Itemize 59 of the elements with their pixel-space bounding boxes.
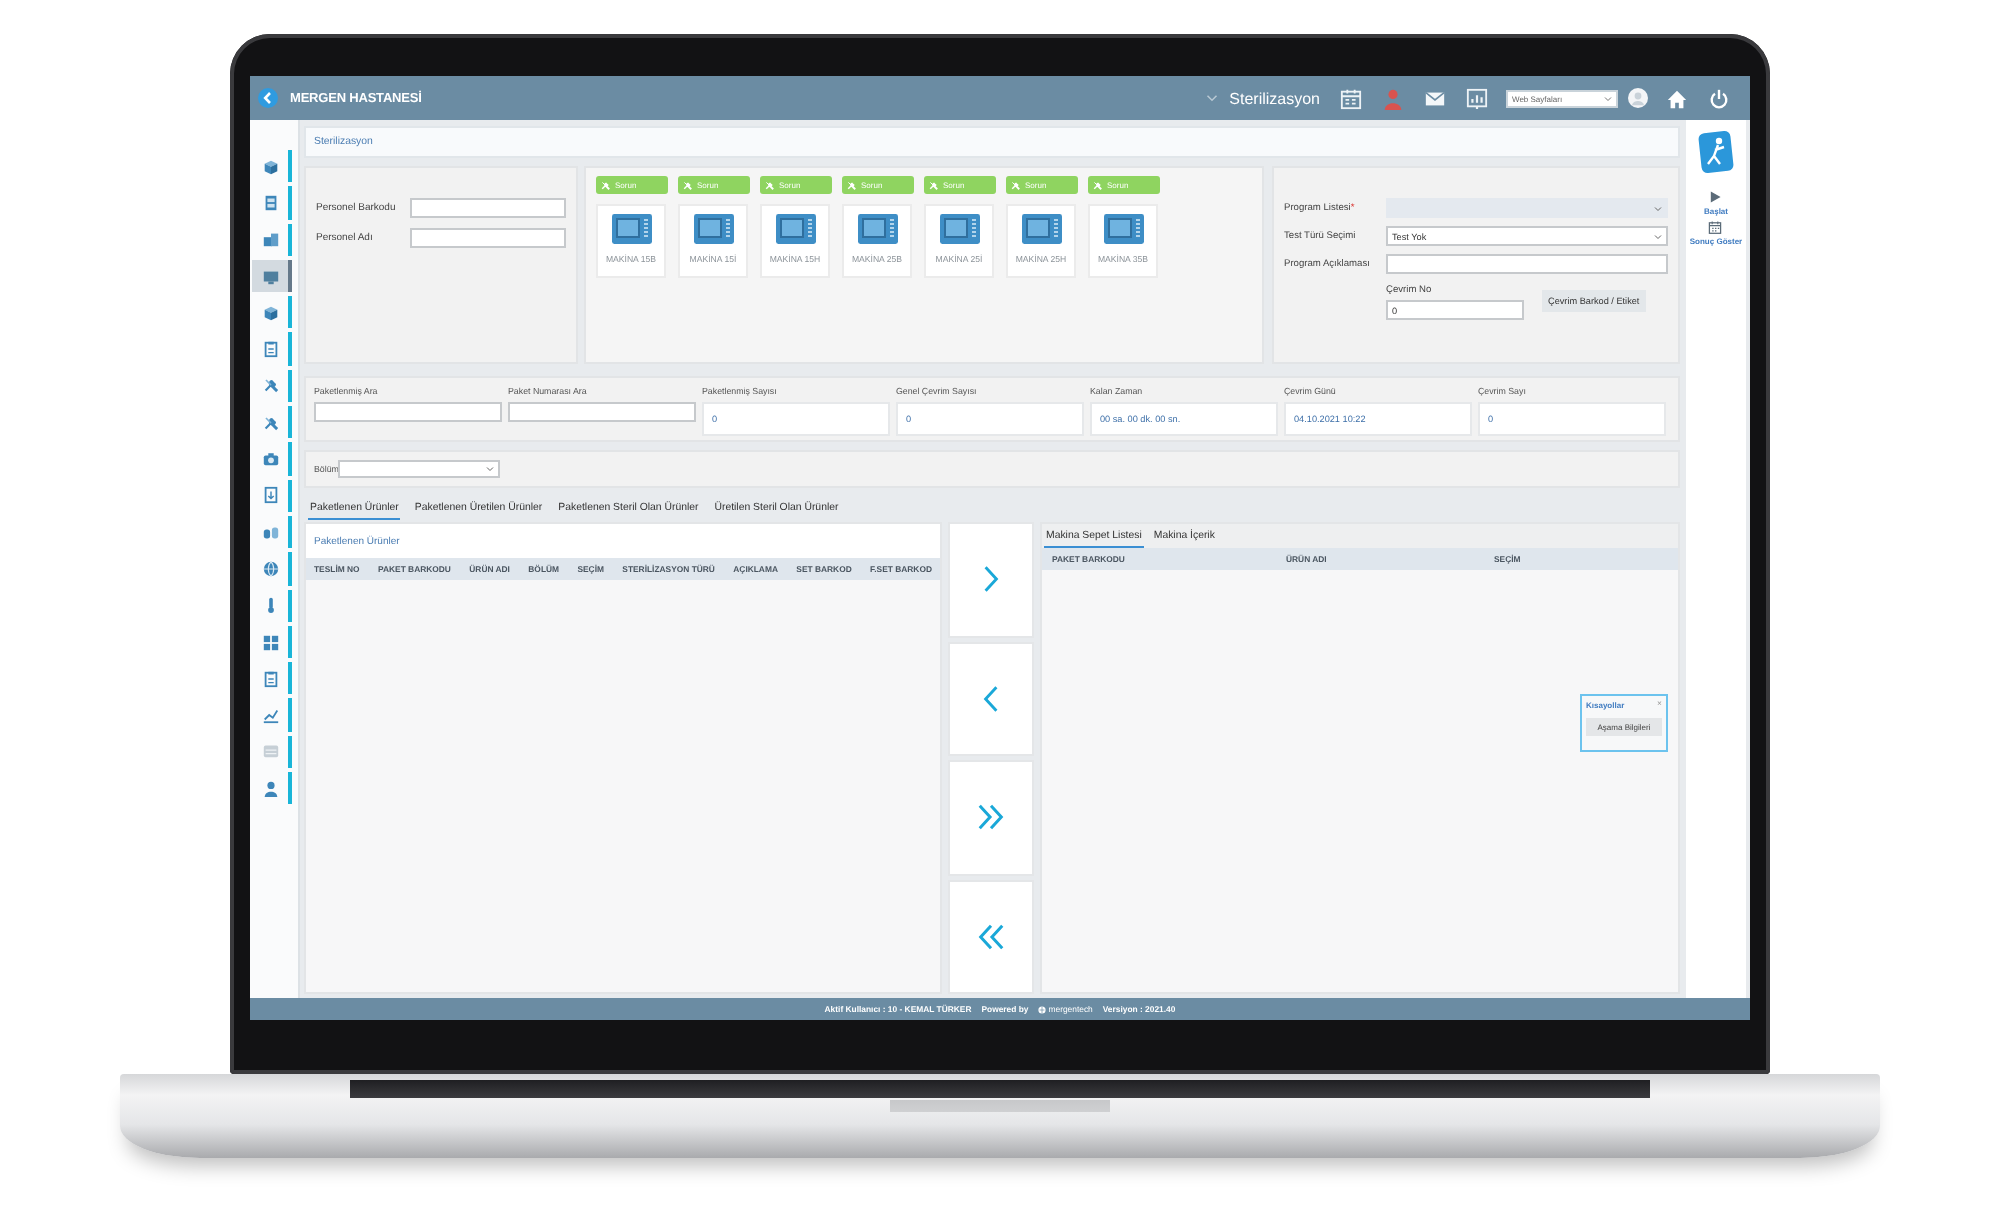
sterilizer-icon — [775, 214, 815, 244]
camera-icon — [261, 450, 279, 469]
sterilizer-icon — [693, 214, 733, 244]
input-field[interactable] — [410, 228, 566, 248]
chevron-left-icon — [982, 683, 1000, 714]
chart-icon[interactable] — [1466, 87, 1488, 109]
person-icon — [261, 779, 279, 798]
caret-icon[interactable] — [1205, 94, 1218, 102]
globe-icon — [261, 559, 279, 578]
caret-icon — [1654, 205, 1662, 211]
caret-icon — [1604, 95, 1612, 101]
package-icon — [261, 157, 279, 176]
globe-logo-icon — [1038, 1005, 1047, 1013]
monitor-icon — [261, 267, 279, 286]
input-field[interactable] — [410, 198, 566, 218]
sidebar-item[interactable] — [252, 259, 292, 293]
double-chevron-left-icon — [976, 921, 1006, 952]
tools-icon — [261, 413, 279, 432]
boxes-icon — [261, 230, 279, 249]
input-field[interactable] — [1386, 254, 1668, 274]
tools-icon — [682, 179, 693, 191]
sterilizer-icon — [611, 214, 651, 244]
select-field[interactable] — [1386, 198, 1668, 218]
search-field[interactable] — [508, 402, 696, 422]
select-field[interactable] — [338, 460, 501, 478]
module-title: Sterilizasyon — [1229, 89, 1320, 107]
tools-icon — [1010, 179, 1021, 191]
back-icon[interactable] — [258, 88, 278, 108]
sterilizer-icon — [857, 214, 897, 244]
search-field[interactable] — [314, 402, 502, 422]
tray-icon — [261, 742, 279, 761]
clipboard-icon — [261, 669, 279, 688]
package-icon — [261, 303, 279, 322]
document-icon — [261, 486, 279, 505]
tools-icon — [764, 179, 775, 191]
calendar-icon[interactable] — [1708, 220, 1723, 234]
sterilizer-icon — [1103, 214, 1143, 244]
caret-icon — [1654, 233, 1662, 239]
tools-icon — [600, 179, 611, 191]
clipboard-icon — [261, 340, 279, 359]
pills-icon — [261, 523, 279, 542]
play-icon[interactable] — [1708, 190, 1723, 204]
tools-icon — [846, 179, 857, 191]
avatar-icon[interactable] — [1628, 88, 1648, 108]
figure-logo-icon — [1698, 130, 1734, 174]
tools-icon — [261, 376, 279, 395]
caret-icon — [486, 466, 495, 472]
mail-icon[interactable] — [1424, 87, 1446, 109]
tools-icon — [928, 179, 939, 191]
double-chevron-right-icon — [976, 802, 1006, 833]
sterilizer-icon — [1021, 214, 1061, 244]
home-icon[interactable] — [1666, 87, 1688, 109]
sterilizer-icon — [939, 214, 979, 244]
power-icon[interactable] — [1708, 87, 1730, 109]
chevron-right-icon — [982, 564, 1000, 595]
cabinet-icon — [261, 193, 279, 212]
tools-icon — [1092, 179, 1103, 191]
grid-icon — [261, 633, 279, 651]
chart-icon — [261, 706, 279, 725]
